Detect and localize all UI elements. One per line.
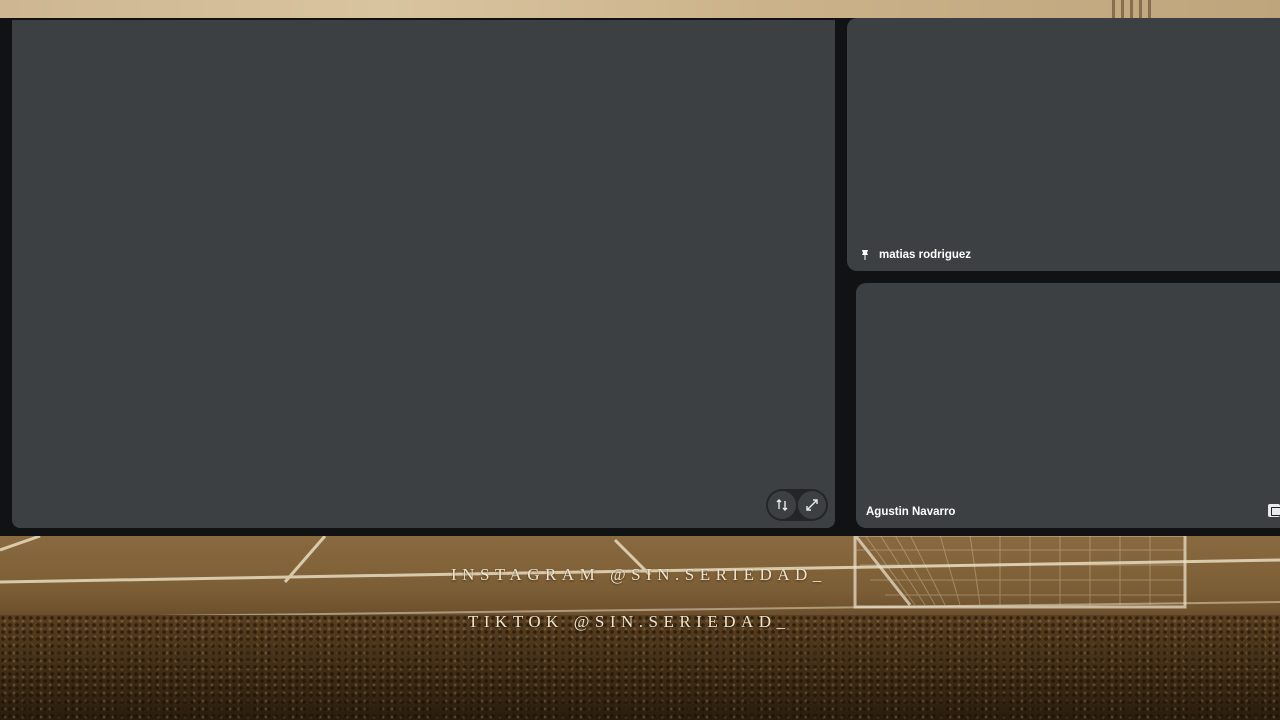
participant-tile-main[interactable] (12, 20, 835, 528)
participant-name: Agustin Navarro (866, 506, 956, 518)
participant-name-tag: matias rodriguez (859, 249, 971, 261)
participant-name-tag: Agustin Navarro (866, 506, 955, 518)
background-top-strip (0, 0, 1280, 20)
meeting-stage: matias rodriguez Agustin Navarro (0, 18, 1280, 536)
fullscreen-icon (806, 499, 818, 511)
pin-icon (862, 250, 868, 260)
swap-icon (776, 499, 788, 511)
participant-tile-matias[interactable]: matias rodriguez (847, 18, 1280, 271)
participant-name: matias rodriguez (879, 249, 972, 261)
tile-controls (766, 489, 828, 521)
fullscreen-button[interactable] (798, 491, 826, 519)
instagram-handle: INSTAGRAM @SIN.SERIEDAD_ (451, 565, 827, 584)
floodlight-tower (1112, 0, 1152, 18)
swap-button[interactable] (768, 491, 796, 519)
tiktok-handle: TIKTOK @SIN.SERIEDAD_ (468, 612, 791, 631)
participant-tile-agustin[interactable]: Agustin Navarro (856, 283, 1280, 528)
present-screen-icon[interactable] (1268, 504, 1280, 517)
